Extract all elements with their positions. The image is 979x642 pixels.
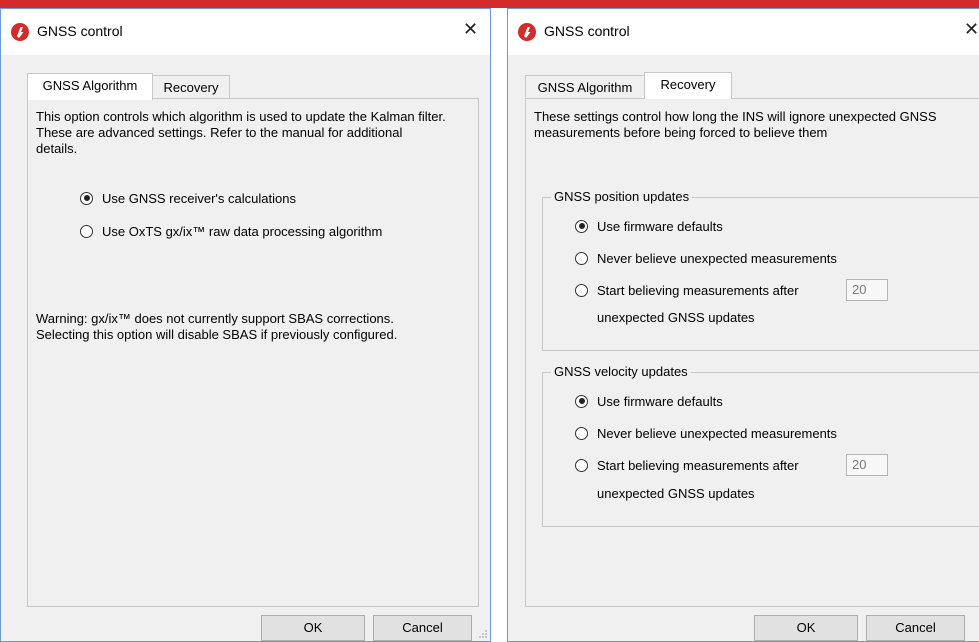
right-dialog-window: GNSS control ✕ GNSS Algorithm Recovery T… — [507, 8, 979, 642]
tab-label: Recovery — [660, 77, 716, 92]
option-label: Use firmware defaults — [597, 393, 723, 409]
ok-button[interactable]: OK — [261, 615, 365, 641]
position-option-never-believe[interactable]: Never believe unexpected measurements — [575, 248, 837, 268]
recovery-description: These settings control how long the INS … — [534, 109, 937, 140]
option-oxts-raw-processing[interactable]: Use OxTS gx/ix™ raw data processing algo… — [80, 221, 382, 241]
resize-grip-icon[interactable] — [478, 629, 488, 639]
oxts-logo-icon — [518, 23, 536, 41]
velocity-update-count-field[interactable]: 20 — [846, 454, 888, 476]
tab-gnss-algorithm[interactable]: GNSS Algorithm — [27, 73, 153, 100]
position-suffix-label: unexpected GNSS updates — [597, 310, 755, 325]
ok-button[interactable]: OK — [754, 615, 858, 641]
cancel-button[interactable]: Cancel — [866, 615, 965, 641]
close-icon[interactable]: ✕ — [463, 19, 478, 39]
velocity-option-firmware-defaults[interactable]: Use firmware defaults — [575, 391, 723, 411]
position-option-start-believing[interactable]: Start believing measurements after — [575, 280, 799, 300]
window-title: GNSS control — [37, 23, 123, 39]
tab-label: GNSS Algorithm — [42, 78, 138, 93]
option-label: Start believing measurements after — [597, 457, 799, 473]
option-label: Use firmware defaults — [597, 218, 723, 234]
option-label: Never believe unexpected measurements — [597, 425, 837, 441]
velocity-suffix-label: unexpected GNSS updates — [597, 486, 755, 501]
radio-button[interactable] — [575, 219, 588, 233]
left-title-bar[interactable]: GNSS control ✕ — [1, 9, 490, 55]
tab-panel: These settings control how long the INS … — [525, 98, 979, 607]
oxts-logo-icon — [11, 23, 29, 41]
option-label: Use GNSS receiver's calculations — [102, 190, 296, 206]
radio-button[interactable] — [575, 283, 588, 297]
option-label: Use OxTS gx/ix™ raw data processing algo… — [102, 223, 383, 239]
left-dialog-window: GNSS control ✕ GNSS Algorithm Recovery T… — [0, 8, 491, 642]
velocity-option-never-believe[interactable]: Never believe unexpected measurements — [575, 423, 837, 443]
gnss-velocity-group: GNSS velocity updates Use firmware defau… — [542, 364, 979, 527]
sbas-warning-line-2: Selecting this option will disable SBAS … — [36, 327, 398, 342]
close-icon[interactable]: ✕ — [964, 19, 979, 39]
window-title: GNSS control — [544, 23, 630, 39]
right-title-bar[interactable]: GNSS control ✕ — [508, 9, 979, 55]
brand-strip — [0, 0, 979, 8]
option-label: Start believing measurements after — [597, 282, 799, 298]
sbas-warning-line-1: Warning: gx/ix™ does not currently suppo… — [36, 311, 394, 326]
position-update-count-field[interactable]: 20 — [846, 279, 888, 301]
tab-recovery[interactable]: Recovery — [152, 75, 230, 99]
position-option-firmware-defaults[interactable]: Use firmware defaults — [575, 216, 723, 236]
velocity-option-start-believing[interactable]: Start believing measurements after — [575, 455, 799, 475]
algorithm-description: This option controls which algorithm is … — [36, 109, 446, 156]
tab-recovery[interactable]: Recovery — [644, 72, 732, 99]
option-label: Never believe unexpected measurements — [597, 250, 837, 266]
radio-button[interactable] — [575, 426, 588, 440]
option-receiver-calculations[interactable]: Use GNSS receiver's calculations — [80, 188, 296, 208]
radio-button[interactable] — [80, 224, 93, 238]
cancel-button[interactable]: Cancel — [373, 615, 472, 641]
tab-label: Recovery — [163, 80, 219, 95]
tab-gnss-algorithm[interactable]: GNSS Algorithm — [525, 75, 645, 99]
radio-button[interactable] — [575, 458, 588, 472]
tab-panel: This option controls which algorithm is … — [27, 98, 479, 607]
radio-button[interactable] — [575, 251, 588, 265]
gnss-position-group: GNSS position updates Use firmware defau… — [542, 189, 979, 351]
radio-button[interactable] — [575, 394, 588, 408]
radio-button[interactable] — [80, 191, 93, 205]
group-title: GNSS position updates — [551, 189, 693, 205]
tab-label: GNSS Algorithm — [537, 80, 633, 95]
group-title: GNSS velocity updates — [551, 364, 691, 380]
